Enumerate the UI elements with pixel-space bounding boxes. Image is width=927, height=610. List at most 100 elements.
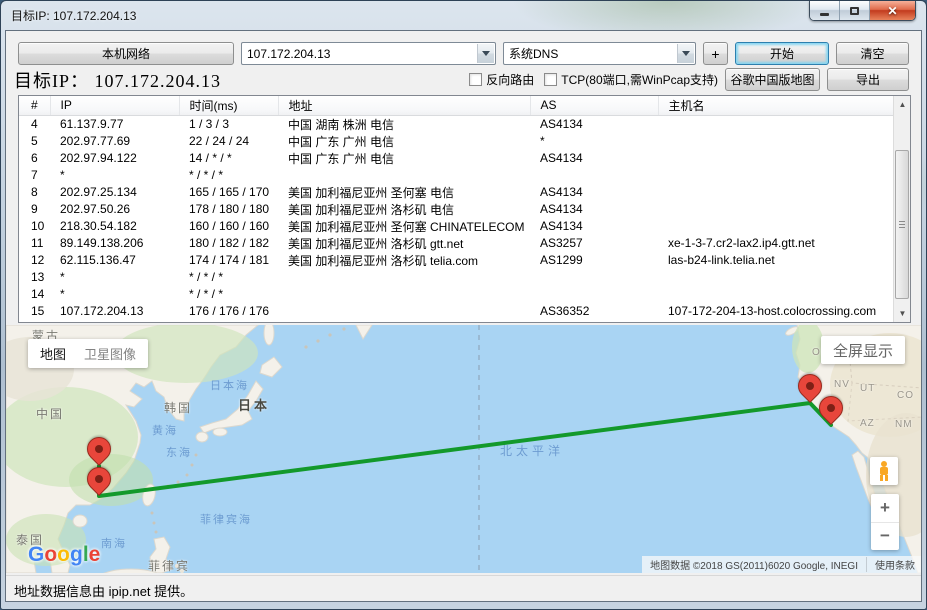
cell-hop: 4 [31,117,38,131]
google-logo-letter: e [88,543,101,566]
cell-ip: * [60,287,65,301]
trace-table: # IP 时间(ms) 地址 AS 主机名 4 61.137.9.77 1 / 3 … [18,95,911,323]
target-ip-combobox[interactable]: 107.172.204.13 [241,42,496,65]
combo-dropdown-button[interactable] [677,44,694,63]
tcp-label[interactable]: TCP(80端口,需WinPcap支持) [561,71,718,88]
table-row[interactable]: 13 * * / * / * [19,269,895,286]
scroll-down-icon[interactable]: ▼ [894,305,910,322]
table-row[interactable]: 12 62.115.136.47 174 / 174 / 181 美国 加利福尼亚州 … [19,252,895,269]
minimize-button[interactable] [810,1,840,20]
start-button[interactable]: 开始 [735,42,829,65]
map-canvas[interactable]: 蒙古中国韩国日本泰国菲律宾日本海黄海东海北太平洋菲律宾海南海ORNVUTCOAZ… [6,325,921,573]
clear-button[interactable]: 清空 [836,42,909,65]
pegman-icon [878,461,890,481]
cell-hop: 14 [31,287,45,301]
cell-location: 中国 广东 广州 电信 [288,134,395,149]
cell-time: 160 / 160 / 160 [189,219,270,233]
add-button[interactable]: + [703,42,728,65]
cell-hop: 8 [31,185,38,199]
google-logo-letter: o [44,543,58,566]
cell-hop: 12 [31,253,45,267]
cell-ip: 202.97.50.26 [60,202,131,216]
local-network-button[interactable]: 本机网络 [18,42,234,65]
cell-location: 美国 加利福尼亚州 洛杉矶 gtt.net [288,236,464,251]
cell-ip: 202.97.77.69 [60,134,131,148]
col-time[interactable]: 时间(ms) [179,96,279,116]
cell-time: 174 / 174 / 181 [189,253,270,267]
cell-ip: 107.172.204.13 [60,304,144,318]
cell-hop: 11 [31,236,44,250]
table-row[interactable]: 4 61.137.9.77 1 / 3 / 3 中国 湖南 株洲 电信 AS4134 [19,115,895,133]
scroll-up-icon[interactable]: ▲ [894,96,910,113]
cell-host [658,218,895,235]
tcp-checkbox[interactable] [544,73,558,86]
google-logo-letter: G [28,543,45,566]
status-text: 地址数据信息由 ipip.net 提供。 [14,584,194,599]
cell-host [658,167,895,184]
zoom-in-button[interactable]: + [871,494,899,523]
map-type-map-button[interactable]: 地图 [40,344,66,363]
cell-host: xe-1-3-7.cr2-lax2.ip4.gtt.net [668,236,815,250]
toolbar-row-1: 本机网络 107.172.204.13 系统DNS + 开始 清空 [18,42,909,65]
cell-hop: 10 [31,219,45,233]
table-row[interactable]: 9 202.97.50.26 178 / 180 / 180 美国 加利福尼亚州 洛杉… [19,201,895,218]
dns-combobox[interactable]: 系统DNS [503,42,696,65]
table-row[interactable]: 14 * * / * / * [19,286,895,303]
cell-location [278,286,530,303]
dns-value: 系统DNS [509,47,559,61]
pegman-button[interactable] [870,457,898,485]
cell-ip: 89.149.138.206 [60,236,144,250]
map-type-satellite-button[interactable]: 卫星图像 [84,344,136,363]
cell-time: * / * / * [189,168,224,182]
zoom-out-button[interactable]: − [871,523,899,551]
table-row[interactable]: 11 89.149.138.206 180 / 182 / 182 美国 加利福尼亚州… [19,235,895,252]
table-row[interactable]: 10 218.30.54.182 160 / 160 / 160 美国 加利福尼亚州 … [19,218,895,235]
cell-ip: 218.30.54.182 [60,219,137,233]
reverse-route-label[interactable]: 反向路由 [486,71,534,88]
google-logo-letter: g [70,543,83,566]
table-row[interactable]: 8 202.97.25.134 165 / 165 / 170 美国 加利福尼亚州 圣… [19,184,895,201]
cell-time: * / * / * [189,270,224,284]
combo-dropdown-button[interactable] [477,44,494,63]
table-row[interactable]: 6 202.97.94.122 14 / * / * 中国 广东 广州 电信 AS413… [19,150,895,167]
scrollbar-thumb[interactable] [895,150,909,299]
col-location[interactable]: 地址 [278,96,531,116]
reverse-route-checkbox[interactable] [469,73,483,86]
terms-link[interactable]: 使用条款 [866,557,921,572]
fullscreen-button[interactable]: 全屏显示 [820,336,905,364]
cell-host [658,201,895,218]
title-bar[interactable]: 目标IP: 107.172.204.13 ✕ [1,1,926,30]
cell-hop: 5 [31,134,38,148]
target-ip-label: 目标IP： 107.172.204.13 [14,70,222,91]
table-row[interactable]: 7 * * / * / * [19,167,895,184]
status-bar: 地址数据信息由 ipip.net 提供。 [6,575,921,601]
cell-ip: 202.97.94.122 [60,151,137,165]
minimize-icon [820,12,829,16]
cell-as: AS4134 [540,202,583,216]
cell-as: AS4134 [540,117,583,131]
cell-time: 176 / 176 / 176 [189,304,270,318]
cell-host: las-b24-link.telia.net [668,253,775,267]
google-logo[interactable]: Google [28,543,100,567]
col-as[interactable]: AS [530,96,659,116]
chevron-down-icon [482,51,490,56]
cell-time: 178 / 180 / 180 [189,202,270,216]
export-button[interactable]: 导出 [827,68,909,91]
col-hop[interactable]: # [19,96,51,116]
col-host[interactable]: 主机名 [658,96,895,116]
cell-time: 165 / 165 / 170 [189,185,270,199]
google-cn-map-button[interactable]: 谷歌中国版地图 [725,68,820,91]
table-row[interactable]: 5 202.97.77.69 22 / 24 / 24 中国 广东 广州 电信 * [19,133,895,150]
cell-ip: 61.137.9.77 [60,117,124,131]
cell-location: 美国 加利福尼亚州 圣何塞 电信 [288,185,455,200]
table-scrollbar[interactable]: ▲ ▼ [893,96,910,322]
maximize-button[interactable] [840,1,870,20]
table-row[interactable]: 15 107.172.204.13 176 / 176 / 176 AS36352 10… [19,303,895,320]
cell-as: AS36352 [540,304,590,318]
cell-as [530,269,658,286]
cell-as: AS4134 [540,219,583,233]
cell-as [530,167,658,184]
cell-time: 1 / 3 / 3 [189,117,230,131]
col-ip[interactable]: IP [50,96,180,116]
close-button[interactable]: ✕ [870,1,915,20]
